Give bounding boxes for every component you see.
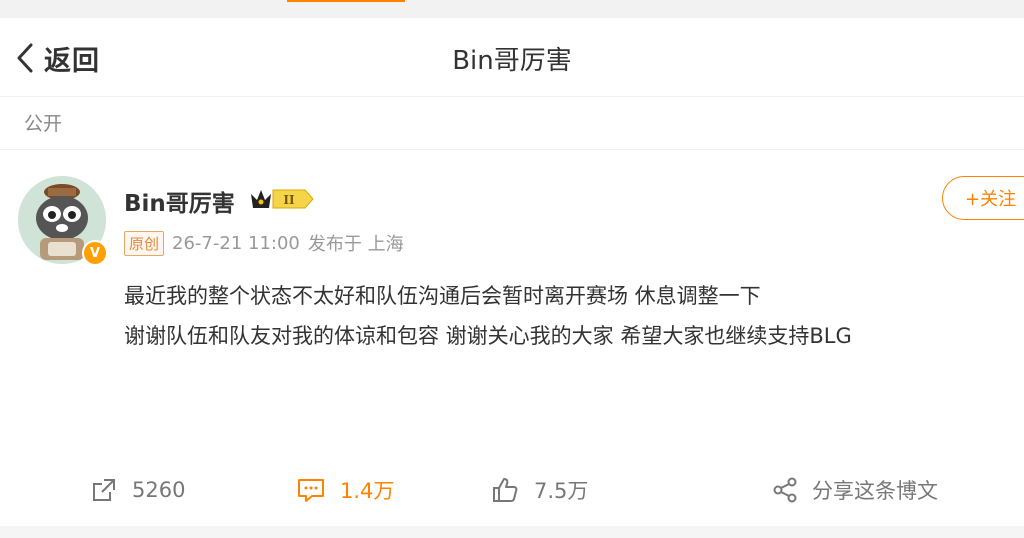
repost-icon [93, 479, 115, 501]
visibility-label: 公开 [24, 113, 63, 135]
level-badge: II [283, 193, 295, 207]
comment-icon [298, 479, 324, 502]
action-bar: 5260 1.4万 7.5万 分享这条博文 [0, 468, 1024, 512]
source-tag: 原创 [124, 230, 165, 256]
post-text: 最近我的整个状态不太好和队伍沟通后会暂时离开赛场 休息调整一下 谢谢队伍和队友对… [124, 276, 852, 356]
timestamp: 26-7-21 11:00 [172, 232, 300, 254]
like-icon [493, 478, 518, 502]
follow-button[interactable]: +关注 [942, 176, 1024, 220]
share-label: 分享这条博文 [812, 479, 938, 503]
comment-count: 1.4万 [340, 479, 395, 503]
visibility-bar: 公开 [0, 97, 1024, 150]
share-icon [773, 477, 797, 503]
post-card: V Bin哥厉害 II 原创 26-7-21 11:00 发布于 上海 +关注 … [0, 150, 1024, 520]
location: 发布于 上海 [307, 234, 404, 255]
username[interactable]: Bin哥厉害 [124, 184, 235, 218]
header-bar: 返回 Bin哥厉害 [0, 18, 1024, 97]
like-button[interactable]: 7.5万 [490, 468, 588, 512]
bottom-divider [0, 526, 1024, 538]
comment-button[interactable]: 1.4万 [296, 468, 394, 512]
active-tab-indicator [287, 0, 405, 2]
post-line: 谢谢队伍和队友对我的体谅和包容 谢谢关心我的大家 希望大家也继续支持BLG [124, 324, 852, 348]
like-count: 7.5万 [534, 479, 589, 503]
post-line: 最近我的整个状态不太好和队伍沟通后会暂时离开赛场 休息调整一下 [124, 284, 761, 308]
crown-icon: II [251, 189, 314, 209]
share-button[interactable]: 分享这条博文 [772, 468, 938, 512]
verified-icon: V [82, 240, 108, 266]
page-title: Bin哥厉害 [452, 46, 572, 76]
top-strip [0, 0, 1024, 18]
repost-count: 5260 [132, 478, 186, 502]
repost-button[interactable]: 5260 [90, 468, 185, 512]
post-meta: 原创 26-7-21 11:00 发布于 上海 [124, 230, 404, 256]
